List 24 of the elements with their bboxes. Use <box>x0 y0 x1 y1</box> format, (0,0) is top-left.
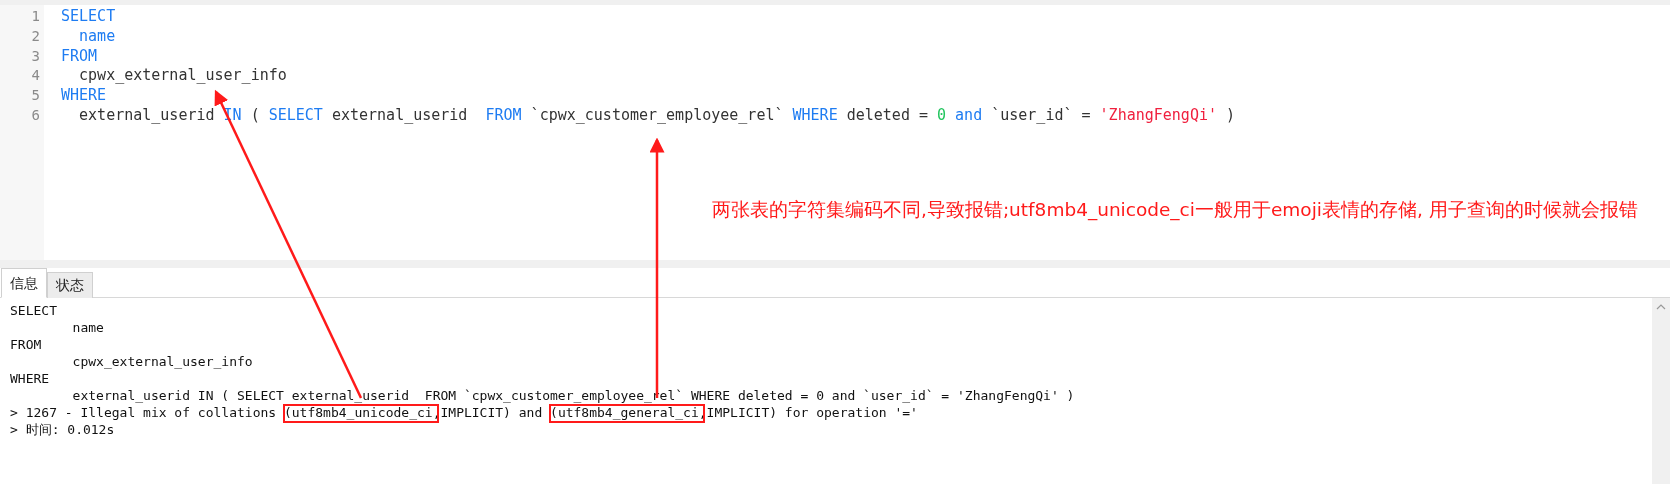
code-line: SELECT <box>61 7 117 27</box>
output-line: FROM <box>10 336 43 353</box>
code-line: WHERE <box>61 86 108 106</box>
output-line: WHERE <box>10 370 51 387</box>
output-line: SELECT <box>10 302 58 319</box>
output-line: external_userid IN ( SELECT external_userid FROM `cpwx_customer_employee_rel` WHERE deleted = 0 and `user_id` = 'ZhangFengQi' ) <box>71 387 1076 404</box>
scroll-up-icon[interactable] <box>1656 304 1666 310</box>
line-number: 3 <box>30 46 41 66</box>
tab[interactable]: 信息 <box>1 268 47 298</box>
line-number: 6 <box>30 106 41 125</box>
code-line: FROM <box>61 46 99 67</box>
output-line: name <box>71 319 105 336</box>
line-number: 5 <box>30 86 41 106</box>
line-number: 4 <box>30 66 41 86</box>
output-line: cpwx_external_user_info <box>71 353 254 370</box>
code-line: name <box>78 26 117 47</box>
annotation-note: 两张表的字符集编码不同,导致报错;utf8mb4_unicode_ci一般用于emoji表情的存储, 用子查询的时候就会报错 <box>712 198 1638 222</box>
pane-splitter[interactable] <box>0 260 1670 268</box>
tab[interactable]: 状态 <box>47 272 93 298</box>
code-line: cpwx_external_user_info <box>78 66 288 87</box>
scrollbar[interactable] <box>1652 298 1670 484</box>
line-number: 2 <box>30 26 41 46</box>
output-line: > 时间: 0.012s <box>10 421 116 438</box>
line-number: 1 <box>30 7 41 26</box>
